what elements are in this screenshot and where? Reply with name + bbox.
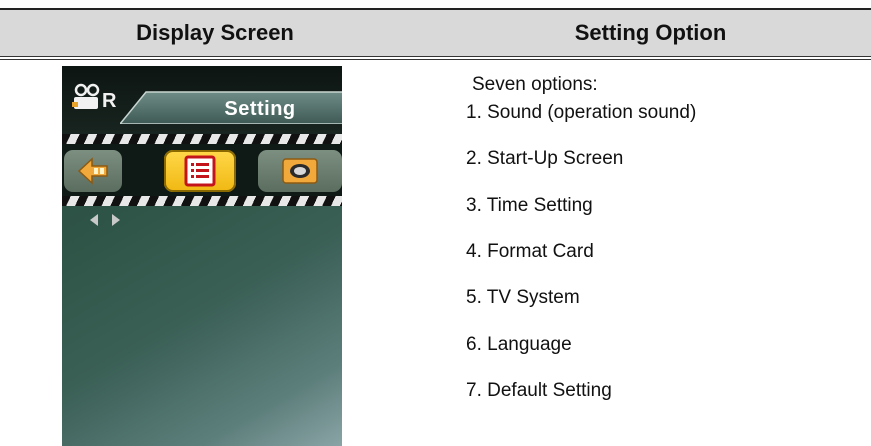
mode-letter: R — [102, 90, 117, 112]
settings-list-icon — [184, 155, 216, 187]
options-intro: Seven options: — [472, 74, 598, 95]
column-header-setting-option: Setting Option — [574, 20, 727, 45]
left-right-arrows-icon[interactable] — [86, 210, 136, 230]
option-item: 7. Default Setting — [466, 380, 612, 401]
device-screen: Setting R — [62, 66, 342, 446]
back-arrow-icon — [77, 157, 108, 185]
image-button[interactable] — [258, 150, 342, 192]
decorative-stripe — [62, 134, 342, 144]
option-item: 2. Start-Up Screen — [466, 148, 624, 169]
tab-setting-label: Setting — [224, 98, 296, 120]
header-rule-double — [0, 59, 871, 60]
option-item: 6. Language — [466, 334, 572, 355]
option-item: 4. Format Card — [466, 241, 594, 262]
decorative-stripe — [62, 196, 342, 206]
back-button[interactable] — [64, 150, 122, 192]
settings-button[interactable] — [164, 150, 236, 192]
option-item: 3. Time Setting — [466, 195, 593, 216]
header-rule — [0, 56, 871, 57]
image-frame-icon — [282, 158, 318, 184]
option-item: 1. Sound (operation sound) — [466, 102, 697, 123]
column-header-display-screen: Display Screen — [136, 20, 294, 45]
video-camera-icon — [72, 83, 100, 109]
option-item: 5. TV System — [466, 287, 580, 308]
